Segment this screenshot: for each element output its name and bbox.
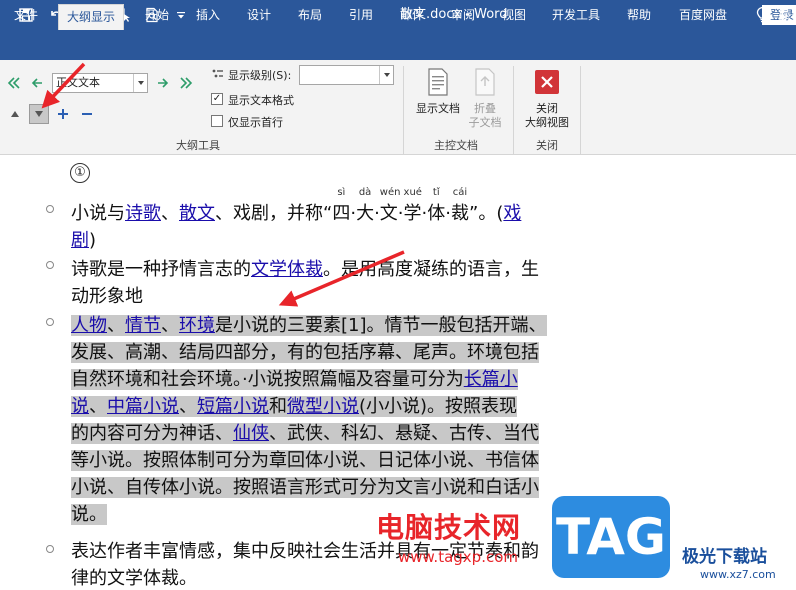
tab-tell-me[interactable]: 操 bbox=[778, 0, 790, 30]
show-level-label: 显示级别(S): bbox=[228, 69, 292, 82]
customize-qat-icon[interactable] bbox=[172, 0, 190, 30]
link-novel-long[interactable]: 长篇小 bbox=[464, 369, 518, 390]
outline-view-label[interactable]: 大纲视图 bbox=[520, 116, 574, 130]
group-separator bbox=[580, 66, 581, 154]
para3-line4: 说、中篇小说、短篇小说和微型小说(小小说)。按照表现 bbox=[71, 396, 518, 417]
tab-developer[interactable]: 开发工具 bbox=[552, 0, 600, 30]
link-novel-long-cont[interactable]: 说 bbox=[71, 396, 89, 417]
show-document-label[interactable]: 显示文档 bbox=[413, 102, 463, 116]
outline-level-value: 正文文本 bbox=[56, 76, 100, 89]
para3-line5: 的内容可分为神话、仙侠、武侠、科幻、悬疑、古传、当代 bbox=[71, 423, 539, 444]
link-short-story[interactable]: 短篇小说 bbox=[197, 396, 269, 417]
tab-insert[interactable]: 插入 bbox=[196, 0, 220, 30]
tab-view[interactable]: 视图 bbox=[502, 0, 526, 30]
promote-icon[interactable] bbox=[30, 75, 44, 91]
link-drama-cont[interactable]: 剧 bbox=[71, 230, 89, 251]
tab-help[interactable]: 帮助 bbox=[627, 0, 651, 30]
circled-number: ① bbox=[70, 163, 90, 183]
watermark-tag-logo: TAG bbox=[552, 496, 670, 578]
chevron-down-icon[interactable] bbox=[133, 74, 147, 92]
chevron-down-icon[interactable] bbox=[379, 66, 393, 84]
para1-line2: 剧) bbox=[71, 230, 97, 251]
close-label[interactable]: 关闭 bbox=[522, 102, 572, 116]
move-up-icon[interactable] bbox=[8, 107, 22, 121]
link-xianxia[interactable]: 仙侠 bbox=[233, 423, 269, 444]
para2-line2: 动形象地 bbox=[71, 286, 143, 307]
outline-tools-group-label: 大纲工具 bbox=[176, 139, 220, 152]
show-document-icon[interactable] bbox=[425, 66, 451, 98]
close-outline-view-icon[interactable] bbox=[535, 70, 559, 94]
promote-to-heading1-icon[interactable] bbox=[6, 75, 22, 91]
show-text-format-label: 显示文本格式 bbox=[228, 94, 294, 107]
tab-design[interactable]: 设计 bbox=[247, 0, 271, 30]
expand-icon[interactable] bbox=[56, 107, 70, 121]
watermark-url: www.tagxp.com bbox=[398, 548, 518, 566]
move-down-icon[interactable] bbox=[29, 104, 49, 124]
tab-review[interactable]: 审阅 bbox=[451, 0, 475, 30]
para1-line1: 小说与诗歌、散文、戏剧，并称“ sì 四· dà 大· wén 文· xué 学· tǐ 体· cái… bbox=[71, 187, 522, 224]
outline-bullet[interactable] bbox=[46, 261, 54, 269]
para4-line2: 律的文学体裁。 bbox=[71, 568, 197, 589]
watermark-site-url: www.xz7.com bbox=[700, 568, 776, 581]
link-novella[interactable]: 中篇小说 bbox=[107, 396, 179, 417]
subdocument-label: 子文档 bbox=[468, 116, 502, 129]
watermark-brand: 电脑技术网 bbox=[376, 511, 522, 544]
tab-layout[interactable]: 布局 bbox=[298, 0, 322, 30]
tab-file[interactable]: 文件 bbox=[14, 0, 38, 30]
lightbulb-icon[interactable] bbox=[756, 6, 770, 28]
link-drama[interactable]: 戏 bbox=[503, 203, 521, 224]
demote-icon[interactable] bbox=[156, 75, 170, 91]
link-prose[interactable]: 散文 bbox=[179, 203, 215, 224]
group-separator bbox=[403, 66, 404, 154]
para3-line7: 小说、自传体小说。按照语言形式可分为文言小说和白话小 bbox=[71, 477, 539, 498]
outline-level-combo[interactable]: 正文文本 bbox=[52, 73, 148, 93]
para3-line6: 等小说。按照体制可分为章回体小说、日记体小说、书信体 bbox=[71, 450, 539, 471]
show-text-format-checkbox[interactable]: ✓ bbox=[211, 93, 223, 105]
show-first-line-checkbox[interactable] bbox=[211, 115, 223, 127]
demote-to-body-icon[interactable] bbox=[178, 75, 194, 91]
close-group-label: 关闭 bbox=[536, 139, 558, 152]
collapse-subdocuments-icon bbox=[472, 66, 498, 98]
group-separator bbox=[513, 66, 514, 154]
tab-mailings[interactable]: 邮件 bbox=[400, 0, 424, 30]
para3-line8: 说。 bbox=[71, 504, 107, 525]
watermark-site-name: 极光下载站 bbox=[682, 547, 767, 567]
collapse-icon[interactable] bbox=[80, 107, 94, 121]
link-poetry[interactable]: 诗歌 bbox=[125, 203, 161, 224]
tab-baidu-netdisk[interactable]: 百度网盘 bbox=[679, 0, 727, 30]
para2-line1: 诗歌是一种抒情言志的文学体裁。是用高度凝练的语言，生 bbox=[71, 259, 539, 280]
outline-bullet[interactable] bbox=[46, 318, 54, 326]
link-literary-genre[interactable]: 文学体裁 bbox=[251, 259, 323, 280]
show-level-icon bbox=[211, 67, 225, 81]
tab-outline[interactable]: 大纲显示 bbox=[58, 4, 125, 30]
tab-references[interactable]: 引用 bbox=[349, 0, 373, 30]
ribbon-tabs bbox=[0, 30, 796, 60]
show-first-line-label: 仅显示首行 bbox=[228, 116, 283, 129]
collapse-label: 折叠 bbox=[474, 102, 496, 115]
para3-line3: 自然环境和社会环境。·小说按照篇幅及容量可分为长篇小 bbox=[71, 369, 518, 390]
link-setting[interactable]: 环境 bbox=[179, 315, 215, 336]
link-character[interactable]: 人物 bbox=[71, 315, 107, 336]
link-plot[interactable]: 情节 bbox=[125, 315, 161, 336]
tab-home[interactable]: 开始 bbox=[145, 0, 169, 30]
para3-line2: 发展、高潮、结局四部分，有的包括序幕、尾声。环境包括 bbox=[71, 342, 539, 363]
link-micro-fiction[interactable]: 微型小说 bbox=[287, 396, 359, 417]
outline-bullet[interactable] bbox=[46, 545, 54, 553]
master-document-group-label: 主控文档 bbox=[434, 139, 478, 152]
para3-line1: 人物、情节、环境是小说的三要素[1]。情节一般包括开端、 bbox=[71, 315, 547, 336]
outline-bullet[interactable] bbox=[46, 205, 54, 213]
show-level-combo[interactable] bbox=[299, 65, 394, 85]
